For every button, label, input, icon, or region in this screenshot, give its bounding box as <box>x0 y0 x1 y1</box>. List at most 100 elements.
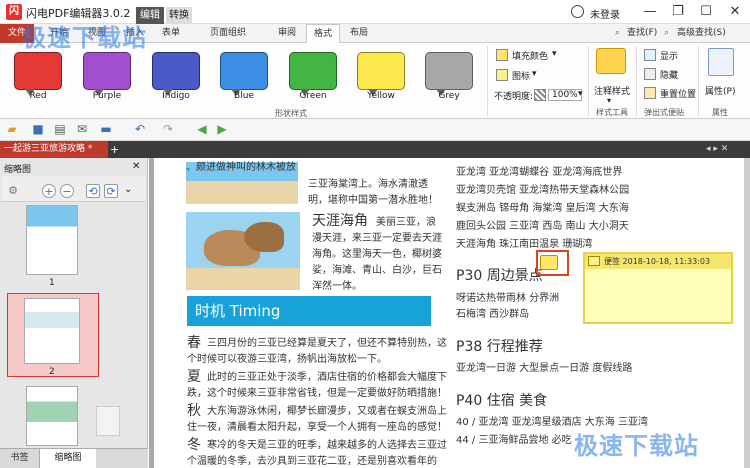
reset-position-icon[interactable] <box>644 87 656 99</box>
text-line: 漫天涯，来三亚一定要去天涯 <box>312 233 442 244</box>
quick-access-toolbar: ▰ ■ ▤ ✉ ▬ ↶ ↷ ◀ ▶ <box>0 119 750 141</box>
save-icon[interactable]: ■ <box>30 122 46 137</box>
group-label-shape-style: 形状样式 <box>275 109 307 118</box>
context-tab-convert[interactable]: 转换 <box>166 7 192 24</box>
open-folder-icon[interactable]: ▰ <box>4 122 20 137</box>
text-line: 鹿回头公园 三亚湾 西岛 南山 大小洞天 <box>456 221 629 232</box>
chevron-down-icon[interactable]: ▾ <box>532 69 537 79</box>
text-line: 美丽三亚，浪 <box>376 217 436 228</box>
hide-note-icon[interactable] <box>644 68 656 80</box>
note-style-red[interactable] <box>14 52 62 96</box>
text-line: 娑，海滩、青山、白沙，巨石 <box>312 265 442 276</box>
user-icon[interactable] <box>571 5 584 18</box>
tab-thumbnails[interactable]: 缩略图 <box>40 449 96 468</box>
text-line: 三亚海棠湾上。海水清澈透 <box>308 179 428 190</box>
heading-p40: P40 住宿 美食 <box>456 393 548 409</box>
tab-nav-icon[interactable]: ◂ ▸ ✕ <box>706 141 728 158</box>
tab-form[interactable]: 表单 <box>158 24 184 43</box>
group-label-popup-note: 弹出式便贴 <box>644 108 684 117</box>
tab-page-organize[interactable]: 页面组织 <box>192 24 264 43</box>
redo-icon[interactable]: ↷ <box>160 122 176 137</box>
email-icon[interactable]: ✉ <box>74 122 90 137</box>
new-tab-plus-icon[interactable]: + <box>110 141 119 158</box>
text-line: 海角。这里海天一色，椰树婆 <box>312 249 442 260</box>
minimize-button[interactable]: — <box>639 2 661 22</box>
sand-shape <box>186 268 300 290</box>
swatch-label-red: Red <box>29 91 47 101</box>
page-thumbnail-3[interactable] <box>26 386 78 446</box>
note-style-green[interactable] <box>289 52 337 96</box>
note-style-icon[interactable] <box>596 48 626 74</box>
rotate-left-icon[interactable]: ⟲ <box>86 184 100 198</box>
rock-shape <box>244 222 284 252</box>
text-line: 、颇进做神叫的林木被放 <box>186 162 296 173</box>
advanced-search-icon[interactable]: ⌕ <box>664 24 669 43</box>
maximize-button[interactable]: ☐ <box>695 2 717 22</box>
chevron-down-icon[interactable]: ▾ <box>578 89 583 99</box>
fill-color-icon[interactable] <box>496 49 508 61</box>
text-line: 浑然一体。 <box>312 281 362 292</box>
icon-button[interactable]: 图标 <box>512 69 530 82</box>
text-line: 此时的三亚正处于淡季，酒店住宿的价格都会大幅度下 <box>207 372 447 383</box>
chevron-down-icon[interactable]: ⌄ <box>124 184 132 195</box>
ribbon-separator <box>636 46 637 116</box>
opacity-pattern-icon <box>534 89 546 101</box>
season-char: 秋 <box>187 403 201 419</box>
watermark-text: 极速下载站 <box>574 432 699 460</box>
opacity-select[interactable]: 100% <box>548 89 582 101</box>
show-button[interactable]: 显示 <box>660 49 678 62</box>
login-status[interactable]: 未登录 <box>590 6 620 21</box>
text-line: 亚龙湾一日游 大型景点一日游 度假线路 <box>456 363 633 374</box>
find-button[interactable]: 查找(F) <box>627 24 657 43</box>
zoom-in-icon[interactable]: + <box>42 184 56 198</box>
tab-layout[interactable]: 布局 <box>342 24 376 43</box>
note-style-blue[interactable] <box>220 52 268 96</box>
note-style-indigo[interactable] <box>152 52 200 96</box>
search-icon[interactable]: ⌕ <box>615 24 620 43</box>
advanced-find-button[interactable]: 高级查找(S) <box>677 24 726 43</box>
swatch-label-yellow: Yellow <box>367 91 395 101</box>
zoom-out-icon[interactable]: − <box>60 184 74 198</box>
restore-button[interactable]: ❐ <box>667 2 689 22</box>
back-icon[interactable]: ◀ <box>194 122 210 137</box>
note-style-button[interactable]: 注释样式 <box>594 84 630 97</box>
note-style-grey[interactable] <box>425 52 473 96</box>
vertical-scrollbar[interactable] <box>744 158 750 468</box>
panel-close-icon[interactable]: ✕ <box>132 161 140 172</box>
properties-button[interactable]: 属性(P) <box>705 84 735 97</box>
gear-icon[interactable]: ⚙ <box>6 184 20 198</box>
season-char: 夏 <box>187 369 201 385</box>
page-thumbnail-2[interactable] <box>24 298 80 364</box>
hide-button[interactable]: 隐藏 <box>660 68 678 81</box>
reset-position-button[interactable]: 重置位置 <box>660 87 696 100</box>
properties-icon[interactable] <box>708 48 734 76</box>
tab-format[interactable]: 格式 <box>306 24 340 43</box>
timing-banner: 时机 Timing <box>187 296 431 326</box>
undo-icon[interactable]: ↶ <box>132 122 148 137</box>
text-line: 蜈支洲岛 锦母角 海棠湾 皇后湾 大东海 <box>456 203 629 214</box>
note-style-yellow[interactable] <box>357 52 405 96</box>
text-line: 寒冷的冬天是三亚的旺季，越来越多的人选择去三亚过 <box>207 440 447 451</box>
page-thumbnail-1[interactable] <box>26 205 78 275</box>
text-line: 个时候可以夜游三亚湾，扬帆出海放松一下。 <box>187 354 387 365</box>
fill-color-button[interactable]: 填充颜色 <box>512 49 548 62</box>
chevron-down-icon[interactable]: ▾ <box>607 96 611 105</box>
scan-icon[interactable]: ▬ <box>98 122 114 137</box>
tab-review[interactable]: 审阅 <box>270 24 304 43</box>
print-icon[interactable]: ▤ <box>52 122 68 137</box>
document-tab[interactable]: 一起游三亚旅游攻略 * <box>0 141 108 158</box>
close-button[interactable]: ✕ <box>724 2 746 22</box>
forward-icon[interactable]: ▶ <box>214 122 230 137</box>
text-line: 呀诺达热带雨林 分界洲 <box>456 293 560 304</box>
text-line: 明，堪称中国第一潜水胜地！ <box>308 195 438 206</box>
annotation-highlight <box>536 250 569 276</box>
rotate-right-icon[interactable]: ⟳ <box>104 184 118 198</box>
tab-bookmarks[interactable]: 书签 <box>0 449 40 468</box>
text-line: 天涯海角 珠江南田温泉 珊瑚湾 <box>456 239 593 250</box>
text-line: 亚龙湾贝壳馆 亚龙湾热带天堂森林公园 <box>456 185 630 196</box>
note-style-purple[interactable] <box>83 52 131 96</box>
copy-pages-icon[interactable] <box>96 406 120 436</box>
chevron-down-icon[interactable]: ▾ <box>552 49 557 59</box>
note-icon-icon[interactable] <box>496 69 508 81</box>
show-note-icon[interactable] <box>644 49 656 61</box>
